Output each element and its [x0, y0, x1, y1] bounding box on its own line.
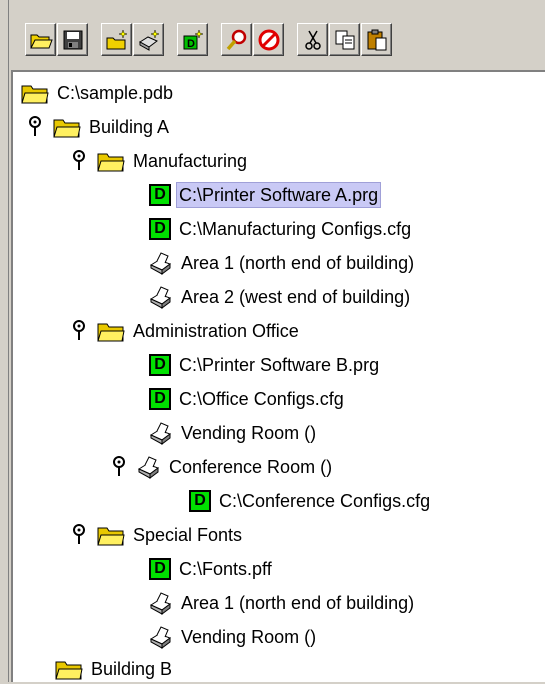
tree-node-printer-software-b[interactable]: D C:\Printer Software B.prg [149, 350, 381, 380]
tree-node-area-2[interactable]: Area 2 (west end of building) [149, 282, 412, 312]
folder-icon [55, 661, 83, 680]
node-label: Building A [89, 117, 170, 137]
tree-node-office-configs[interactable]: D C:\Office Configs.cfg [149, 384, 346, 414]
tree-node-area-1[interactable]: Area 1 (north end of building) [149, 248, 416, 278]
tree-node-special-fonts[interactable]: Special Fonts [71, 520, 244, 550]
pin-icon [29, 116, 41, 136]
printer-icon [149, 252, 172, 275]
tree-view[interactable]: C:\sample.pdb Building A Manufacturing D… [11, 70, 545, 682]
node-label: Administration Office [133, 321, 299, 341]
pin-icon [73, 320, 85, 340]
node-label: Conference Room () [169, 457, 333, 477]
copy-button[interactable] [329, 23, 360, 56]
tree-node-conference-configs[interactable]: D C:\Conference Configs.cfg [189, 486, 432, 516]
printer-icon [149, 422, 172, 445]
download-file-icon: D [149, 388, 171, 410]
download-file-icon: D [149, 354, 171, 376]
copy-icon [335, 30, 355, 50]
printer-icon [137, 456, 160, 479]
folder-icon [53, 119, 81, 138]
tree-node-area-1-fonts[interactable]: Area 1 (north end of building) [149, 588, 416, 618]
node-label: Vending Room () [181, 627, 317, 647]
node-label: C:\Manufacturing Configs.cfg [179, 219, 412, 239]
tree-node-conference-room[interactable]: Conference Room () [111, 452, 334, 482]
download-file-icon: D [149, 558, 171, 580]
window-left-edge [0, 0, 9, 682]
tree-node-manufacturing[interactable]: Manufacturing [71, 146, 249, 176]
open-button[interactable] [25, 23, 56, 56]
folder-icon [97, 323, 125, 342]
new-device-button[interactable]: D [177, 23, 208, 56]
new-building-icon [106, 29, 128, 50]
download-file-icon: D [189, 490, 211, 512]
open-folder-icon [30, 34, 53, 49]
node-label: Area 2 (west end of building) [181, 287, 411, 307]
node-label: C:\Office Configs.cfg [179, 389, 344, 409]
new-area-button[interactable] [133, 23, 164, 56]
cut-button[interactable] [297, 23, 328, 56]
download-file-icon: D [149, 184, 171, 206]
node-label: Area 1 (north end of building) [181, 253, 415, 273]
node-label: Area 1 (north end of building) [181, 593, 415, 613]
toolbar: D [11, 0, 545, 62]
cut-icon [305, 30, 321, 50]
paste-icon [367, 29, 387, 51]
find-button[interactable] [221, 23, 252, 56]
find-icon [226, 29, 247, 51]
root-label: C:\sample.pdb [57, 83, 174, 103]
node-label: C:\Fonts.pff [179, 559, 272, 579]
paste-button[interactable] [361, 23, 392, 56]
new-device-icon: D [183, 29, 204, 50]
tree-node-vending-room-fonts[interactable]: Vending Room () [149, 622, 318, 652]
new-building-button[interactable] [101, 23, 132, 56]
node-label: C:\Printer Software B.prg [179, 355, 380, 375]
pin-icon [113, 456, 125, 476]
tree-node-printer-software-a[interactable]: D C:\Printer Software A.prg [149, 180, 382, 210]
node-label: Special Fonts [133, 525, 243, 545]
tree-node-fonts-pff[interactable]: D C:\Fonts.pff [149, 554, 274, 584]
new-area-icon [139, 29, 160, 51]
stop-icon [258, 29, 280, 51]
node-label-selected: C:\Printer Software A.prg [175, 182, 382, 208]
node-label: Building B [91, 659, 173, 679]
printer-icon [149, 286, 172, 309]
printer-icon [149, 592, 172, 615]
pin-icon [73, 150, 85, 170]
folder-icon [97, 527, 125, 546]
node-label: Vending Room () [181, 423, 317, 443]
download-file-icon: D [149, 218, 171, 240]
tree-node-manufacturing-configs[interactable]: D C:\Manufacturing Configs.cfg [149, 214, 413, 244]
tree-node-building-a[interactable]: Building A [27, 112, 171, 142]
svg-text:D: D [187, 38, 195, 50]
save-icon [63, 30, 83, 50]
folder-icon [21, 85, 49, 104]
stop-button[interactable] [253, 23, 284, 56]
tree-node-administration-office[interactable]: Administration Office [71, 316, 301, 346]
printer-icon [149, 626, 172, 649]
tree-node-building-b[interactable]: Building B [55, 654, 174, 684]
folder-icon [97, 153, 125, 172]
tree-root[interactable]: C:\sample.pdb [21, 78, 175, 108]
tree-node-vending-room[interactable]: Vending Room () [149, 418, 318, 448]
node-label: C:\Conference Configs.cfg [219, 491, 431, 511]
pin-icon [73, 524, 85, 544]
save-button[interactable] [57, 23, 88, 56]
node-label: Manufacturing [133, 151, 248, 171]
